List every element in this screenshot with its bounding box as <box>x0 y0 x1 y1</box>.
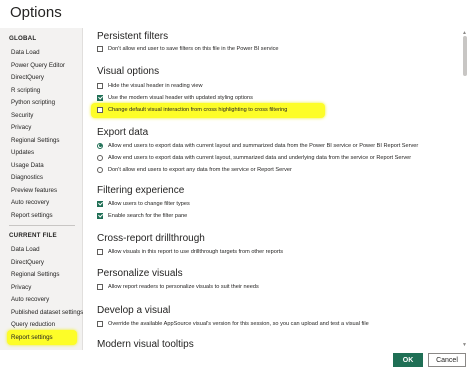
option-disable-save-filters[interactable]: Don't allow end user to save filters on … <box>97 44 279 53</box>
option-export-summarized[interactable]: Allow end users to export data with curr… <box>97 141 418 150</box>
section-title-personalize-visuals: Personalize visuals <box>97 268 183 279</box>
option-label: Allow end users to export data with curr… <box>108 142 419 149</box>
option-export-none[interactable]: Don't allow end users to export any data… <box>97 165 292 174</box>
sidebar-item-usage-data[interactable]: Usage Data <box>11 162 44 169</box>
cancel-button[interactable]: Cancel <box>428 353 466 367</box>
section-title-visual-options: Visual options <box>97 66 160 77</box>
sidebar-divider <box>9 225 75 226</box>
sidebar-item-preview-features[interactable]: Preview features <box>11 187 57 194</box>
option-label: Enable search for the filter pane <box>108 212 188 219</box>
checkbox-checked[interactable] <box>97 94 103 101</box>
radio[interactable] <box>97 166 103 173</box>
sidebar-item-r-scripting[interactable]: R scripting <box>11 87 40 94</box>
checkbox[interactable] <box>97 106 103 113</box>
checkbox[interactable] <box>97 82 103 89</box>
sidebar-item-current-auto-recovery[interactable]: Auto recovery <box>11 296 49 303</box>
option-cross-filtering[interactable]: Change default visual interaction from c… <box>97 105 287 114</box>
option-label: Allow end users to export data with curr… <box>108 154 412 161</box>
scroll-down-arrow-icon[interactable]: ▼ <box>462 342 467 348</box>
sidebar-item-global-directquery[interactable]: DirectQuery <box>11 74 44 81</box>
sidebar-item-current-directquery[interactable]: DirectQuery <box>11 259 44 266</box>
checkbox[interactable] <box>97 45 103 52</box>
radio[interactable] <box>97 154 103 161</box>
option-personalize-visuals[interactable]: Allow report readers to personalize visu… <box>97 282 259 291</box>
sidebar-item-power-query-editor[interactable]: Power Query Editor <box>11 62 65 69</box>
sidebar-item-security[interactable]: Security <box>11 112 33 119</box>
checkbox[interactable] <box>97 320 103 327</box>
option-modern-visual-header[interactable]: Use the modern visual header with update… <box>97 93 253 102</box>
option-label: Hide the visual header in reading view <box>108 82 203 89</box>
sidebar-item-global-privacy[interactable]: Privacy <box>11 124 31 131</box>
checkbox[interactable] <box>97 248 103 255</box>
sidebar-item-current-regional-settings[interactable]: Regional Settings <box>11 271 60 278</box>
sidebar-item-global-report-settings[interactable]: Report settings <box>11 212 53 219</box>
checkbox[interactable] <box>97 283 103 290</box>
sidebar-item-query-reduction[interactable]: Query reduction <box>11 321 55 328</box>
radio-selected[interactable] <box>97 142 103 149</box>
option-override-appsource-version[interactable]: Override the available AppSource visual'… <box>97 319 369 328</box>
section-title-cross-report-drillthrough: Cross-report drillthrough <box>97 233 205 244</box>
option-cross-report-drillthrough[interactable]: Allow visuals in this report to use dril… <box>97 247 283 256</box>
option-label: Use the modern visual header with update… <box>108 94 253 101</box>
section-title-export-data: Export data <box>97 127 149 138</box>
option-export-underlying[interactable]: Allow end users to export data with curr… <box>97 153 411 162</box>
section-title-modern-visual-tooltips: Modern visual tooltips <box>97 339 194 350</box>
options-sidebar: GLOBAL Data Load Power Query Editor Dire… <box>0 28 83 350</box>
sidebar-item-global-data-load[interactable]: Data Load <box>11 49 40 56</box>
window-title: Options <box>10 4 62 21</box>
sidebar-heading-current-file: CURRENT FILE <box>9 232 57 239</box>
section-title-filtering-experience: Filtering experience <box>97 185 185 196</box>
sidebar-item-current-data-load[interactable]: Data Load <box>11 246 40 253</box>
sidebar-item-current-privacy[interactable]: Privacy <box>11 284 31 291</box>
option-label: Override the available AppSource visual'… <box>108 320 369 327</box>
option-label: Don't allow end user to save filters on … <box>108 45 279 52</box>
option-label: Allow visuals in this report to use dril… <box>108 248 284 255</box>
ok-button[interactable]: OK <box>393 353 423 367</box>
option-label: Don't allow end users to export any data… <box>108 166 292 173</box>
sidebar-heading-global: GLOBAL <box>9 35 37 42</box>
checkbox-checked[interactable] <box>97 200 103 207</box>
sidebar-item-diagnostics[interactable]: Diagnostics <box>11 174 43 181</box>
sidebar-item-published-dataset-settings[interactable]: Published dataset settings <box>11 309 83 316</box>
option-filter-pane-search[interactable]: Enable search for the filter pane <box>97 211 187 220</box>
section-title-persistent-filters: Persistent filters <box>97 31 169 42</box>
section-title-develop-a-visual: Develop a visual <box>97 305 171 316</box>
sidebar-item-python-scripting[interactable]: Python scripting <box>11 99 55 106</box>
sidebar-item-updates[interactable]: Updates <box>11 149 34 156</box>
sidebar-item-current-report-settings[interactable]: Report settings <box>11 334 53 341</box>
content-scrollbar[interactable]: ▲ ▼ <box>462 30 469 348</box>
sidebar-item-global-regional-settings[interactable]: Regional Settings <box>11 137 60 144</box>
checkbox-checked[interactable] <box>97 212 103 219</box>
settings-content: Persistent filters Don't allow end user … <box>84 28 458 350</box>
option-label: Change default visual interaction from c… <box>108 106 288 113</box>
option-label: Allow users to change filter types <box>108 200 190 207</box>
option-change-filter-types[interactable]: Allow users to change filter types <box>97 199 190 208</box>
scroll-thumb[interactable] <box>463 36 467 76</box>
option-hide-visual-header[interactable]: Hide the visual header in reading view <box>97 81 203 90</box>
sidebar-item-global-auto-recovery[interactable]: Auto recovery <box>11 199 49 206</box>
option-label: Allow report readers to personalize visu… <box>108 283 259 290</box>
